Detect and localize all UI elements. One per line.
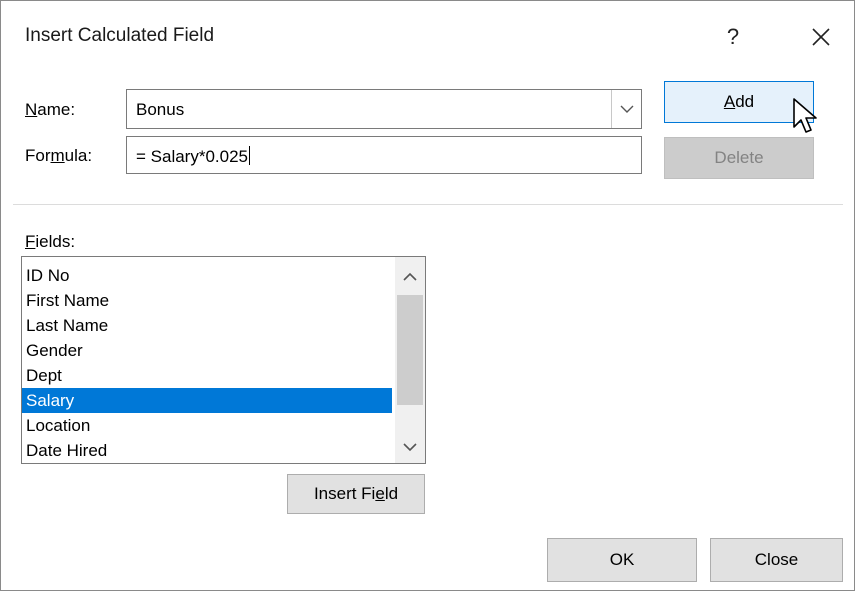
chevron-up-icon — [403, 272, 417, 281]
fields-listbox[interactable]: ID No First Name Last Name Gender Dept S… — [21, 256, 426, 464]
fields-list[interactable]: ID No First Name Last Name Gender Dept S… — [22, 263, 392, 463]
fields-label: Fields: — [25, 232, 76, 251]
formula-value[interactable]: = Salary*0.025 — [136, 147, 248, 166]
help-button[interactable]: ? — [713, 17, 753, 57]
list-item[interactable]: ID No — [22, 263, 392, 288]
list-item[interactable]: First Name — [22, 288, 392, 313]
formula-label: Formula: — [25, 146, 93, 165]
name-value[interactable]: Bonus — [136, 100, 184, 120]
close-button[interactable]: Close — [710, 538, 843, 582]
dialog-title: Insert Calculated Field — [25, 25, 215, 46]
name-label: Name: — [25, 100, 76, 119]
insert-calculated-field-dialog: Insert Calculated Field ? Name: Bonus Fo… — [0, 0, 855, 591]
close-icon — [812, 28, 830, 46]
name-combobox[interactable]: Bonus — [126, 89, 642, 129]
title-bar: Insert Calculated Field ? — [1, 1, 854, 73]
divider — [13, 204, 843, 205]
list-item[interactable]: Location — [22, 413, 392, 438]
mouse-pointer-icon — [791, 97, 819, 137]
name-dropdown-button[interactable] — [611, 90, 641, 128]
list-item[interactable]: Dept — [22, 363, 392, 388]
list-item[interactable]: Date Hired — [22, 438, 392, 463]
list-item[interactable]: Gender — [22, 338, 392, 363]
scroll-thumb[interactable] — [397, 295, 423, 405]
close-window-button[interactable] — [801, 17, 841, 57]
vertical-scrollbar[interactable] — [395, 257, 425, 463]
scroll-up-button[interactable] — [395, 263, 425, 291]
ok-button[interactable]: OK — [547, 538, 697, 582]
insert-field-button[interactable]: Insert Field — [287, 474, 425, 514]
scroll-down-button[interactable] — [395, 433, 425, 461]
chevron-down-icon — [620, 105, 634, 113]
chevron-down-icon — [403, 443, 417, 452]
list-item[interactable]: Last Name — [22, 313, 392, 338]
list-item-selected[interactable]: Salary — [22, 388, 392, 413]
formula-input[interactable]: = Salary*0.025 — [126, 136, 642, 174]
text-caret — [249, 146, 250, 165]
delete-button: Delete — [664, 137, 814, 179]
